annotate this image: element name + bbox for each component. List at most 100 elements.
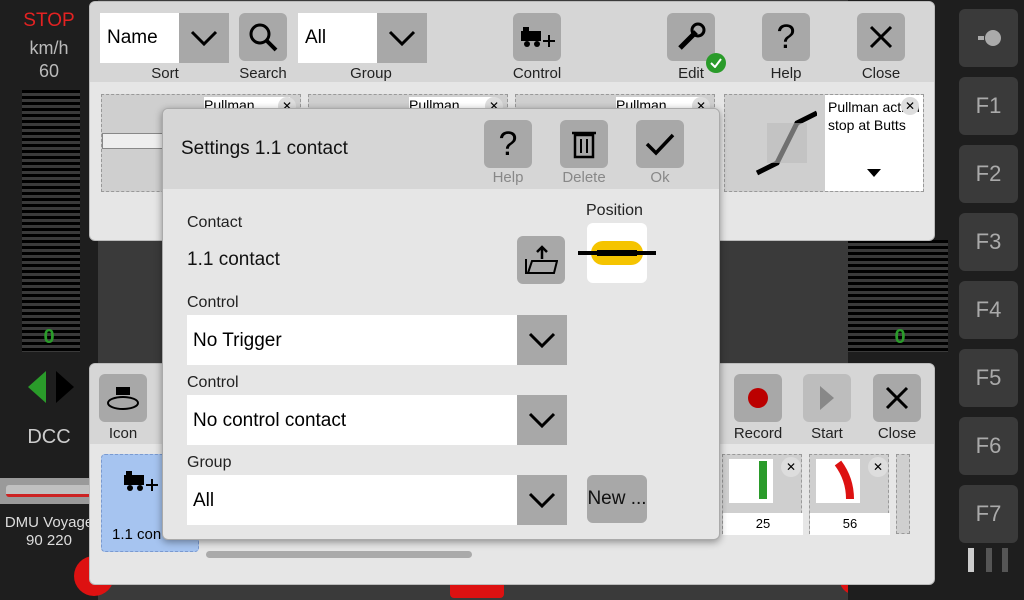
help-button[interactable]: ? [484, 120, 532, 168]
group-select[interactable]: All [187, 475, 567, 525]
turnout-icon [816, 459, 860, 503]
contact-position-icon [591, 241, 643, 265]
control-trigger-label: Control [187, 294, 239, 311]
close-icon [869, 25, 893, 49]
sort-value: Name [107, 27, 158, 48]
wrench-icon [678, 22, 706, 50]
control-contact-select[interactable]: No control contact [187, 395, 567, 445]
chevron-down-icon[interactable] [517, 315, 567, 365]
turnout-item-25[interactable]: ✕ 25 [722, 454, 803, 535]
help-icon: ? [498, 124, 518, 163]
play-icon [820, 386, 834, 410]
locomotive-icon [521, 27, 555, 47]
remove-icon[interactable]: ✕ [901, 97, 919, 115]
chevron-down-icon[interactable] [377, 13, 427, 63]
page-indicator [1002, 548, 1008, 572]
search-icon [249, 23, 278, 52]
search-button[interactable] [239, 13, 287, 61]
checkmark-icon [645, 133, 675, 156]
search-label: Search [239, 65, 287, 82]
control-contact-value: No control contact [193, 410, 347, 431]
trash-icon [572, 131, 596, 159]
f1-button[interactable]: F1 [959, 77, 1018, 135]
group-label: Group [350, 65, 392, 82]
item-number: 25 [723, 513, 803, 535]
record-icon [748, 388, 768, 408]
position-selector[interactable] [587, 223, 647, 283]
speed-level: 0 [43, 326, 55, 348]
speed-value: 60 [38, 61, 60, 81]
control-button[interactable] [513, 13, 561, 61]
contact-icon [107, 387, 139, 410]
delete-button[interactable] [560, 120, 608, 168]
item-number: 56 [810, 513, 890, 535]
group-select[interactable]: All [298, 13, 427, 63]
headlight-icon [977, 30, 1001, 46]
edit-button[interactable] [667, 13, 715, 61]
dialog-title: Settings 1.1 contact [181, 138, 348, 159]
group-label: Group [187, 454, 232, 471]
group-value: All [193, 490, 215, 511]
remove-icon[interactable]: ✕ [868, 457, 888, 477]
group-value: All [305, 27, 327, 48]
icon-label: Icon [108, 425, 138, 442]
caret-down-icon[interactable] [867, 169, 881, 177]
help-label: Help [770, 65, 802, 82]
close-button[interactable] [873, 374, 921, 422]
f7-button[interactable]: F7 [959, 485, 1018, 543]
ok-label: Ok [650, 169, 670, 186]
close-button[interactable] [857, 13, 905, 61]
sort-label: Sort [151, 65, 179, 82]
edit-label: Edit [678, 65, 704, 82]
record-button[interactable] [734, 374, 782, 422]
ok-button[interactable] [636, 120, 684, 168]
sort-select[interactable]: Name [100, 13, 229, 63]
f4-button[interactable]: F4 [959, 281, 1018, 339]
close-label: Close [877, 425, 917, 442]
folder-upload-icon [525, 245, 558, 274]
f2-button[interactable]: F2 [959, 145, 1018, 203]
settings-dialog: Settings 1.1 contact ? Help Delete Ok Co… [162, 108, 720, 540]
control-label: Control [512, 65, 562, 82]
help-icon: ? [776, 17, 796, 56]
trigger-select[interactable]: No Trigger [187, 315, 567, 365]
direction-reverse-icon[interactable] [28, 371, 46, 403]
export-button[interactable] [517, 236, 565, 284]
icon-button[interactable] [99, 374, 147, 422]
speed-level-right: 0 [894, 326, 906, 348]
light-function-button[interactable] [959, 9, 1018, 67]
contact-label: Contact [187, 214, 243, 231]
speed-unit: km/h [29, 38, 69, 58]
control-contact-label: Control [187, 374, 239, 391]
turnout-icon [729, 459, 773, 503]
page-indicator [968, 548, 974, 572]
list-item-selected[interactable]: Pullman action stop at Butts ✕ [724, 94, 924, 192]
chevron-down-icon[interactable] [517, 395, 567, 445]
direction-forward-icon[interactable] [56, 371, 74, 403]
f6-button[interactable]: F6 [959, 417, 1018, 475]
remove-icon[interactable]: ✕ [781, 457, 801, 477]
position-label: Position [586, 202, 643, 219]
locomotive-icon [124, 471, 158, 491]
speed-slider[interactable] [22, 90, 80, 352]
new-group-button[interactable]: New ... [587, 475, 647, 523]
loco-name[interactable]: DMU Voyage 90 220 [0, 514, 98, 550]
stop-indicator[interactable]: STOP [0, 10, 98, 32]
trigger-value: No Trigger [193, 330, 282, 351]
f5-button[interactable]: F5 [959, 349, 1018, 407]
chevron-down-icon[interactable] [179, 13, 229, 63]
turnout-item-56[interactable]: ✕ 56 [809, 454, 890, 535]
item-label: 1.1 con [112, 526, 162, 543]
list-item[interactable] [896, 454, 910, 534]
loco-image[interactable] [6, 485, 94, 497]
start-button[interactable] [803, 374, 851, 422]
f3-button[interactable]: F3 [959, 213, 1018, 271]
page-indicator [986, 548, 992, 572]
chevron-down-icon[interactable] [517, 475, 567, 525]
close-label: Close [861, 65, 901, 82]
horizontal-scrollbar[interactable] [206, 551, 472, 558]
help-button[interactable]: ? [762, 13, 810, 61]
close-icon [885, 386, 909, 410]
contact-name[interactable]: 1.1 contact [187, 249, 280, 271]
route-icon [747, 103, 819, 176]
